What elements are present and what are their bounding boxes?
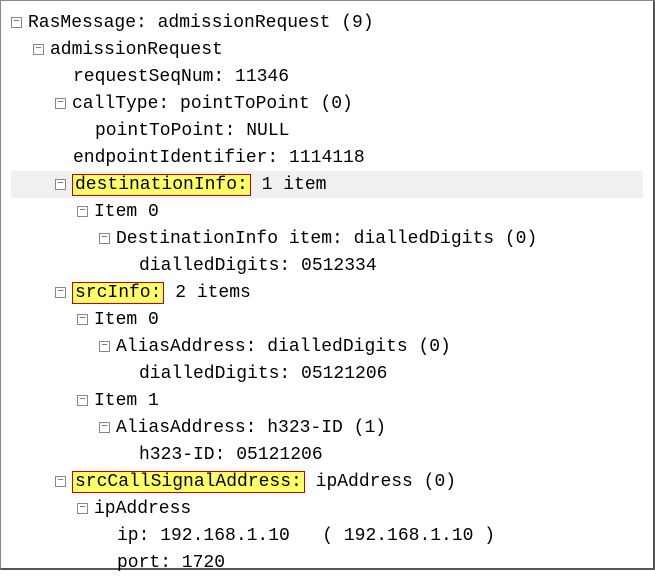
tree-row-srccallsignaladdress[interactable]: − srcCallSignalAddress: ipAddress (0) bbox=[11, 468, 643, 495]
tree-row-destinationinfo[interactable]: − destinationInfo: 1 item bbox=[11, 171, 643, 198]
node-label-rest: ipAddress (0) bbox=[305, 472, 456, 492]
node-label: AliasAddress: h323-ID (1) bbox=[116, 418, 386, 438]
node-label-rest: 1 item bbox=[251, 175, 327, 195]
collapse-icon[interactable]: − bbox=[77, 314, 88, 325]
collapse-icon[interactable]: − bbox=[11, 17, 22, 28]
collapse-icon[interactable]: − bbox=[55, 287, 66, 298]
node-label: dialledDigits: 05121206 bbox=[139, 364, 387, 384]
collapse-icon[interactable]: − bbox=[55, 98, 66, 109]
tree-row-calltype[interactable]: − callType: pointToPoint (0) bbox=[11, 90, 643, 117]
tree-row-src-item1-alias[interactable]: − AliasAddress: h323-ID (1) bbox=[11, 414, 643, 441]
collapse-icon[interactable]: − bbox=[55, 476, 66, 487]
collapse-icon[interactable]: − bbox=[99, 233, 110, 244]
tree-row-pointtopoint[interactable]: pointToPoint: NULL bbox=[11, 117, 643, 144]
tree-row-destinfoitem[interactable]: − DestinationInfo item: dialledDigits (0… bbox=[11, 225, 643, 252]
node-label: h323-ID: 05121206 bbox=[139, 445, 323, 465]
collapse-icon[interactable]: − bbox=[77, 395, 88, 406]
tree-row-src-item1-h323id[interactable]: h323-ID: 05121206 bbox=[11, 441, 643, 468]
node-label: DestinationInfo item: dialledDigits (0) bbox=[116, 229, 537, 249]
tree-row-src-item0-dialleddigits[interactable]: dialledDigits: 05121206 bbox=[11, 360, 643, 387]
tree-row-dest-item0[interactable]: − Item 0 bbox=[11, 198, 643, 225]
tree-row-ip[interactable]: ip: 192.168.1.10 ( 192.168.1.10 ) bbox=[11, 522, 643, 549]
tree-row-admissionrequest[interactable]: − admissionRequest bbox=[11, 36, 643, 63]
highlight-srcinfo: srcInfo: bbox=[72, 282, 164, 304]
tree-row-src-item0[interactable]: − Item 0 bbox=[11, 306, 643, 333]
tree-row-dest-dialleddigits[interactable]: dialledDigits: 0512334 bbox=[11, 252, 643, 279]
tree-row-port[interactable]: port: 1720 bbox=[11, 549, 643, 576]
collapse-icon[interactable]: − bbox=[99, 341, 110, 352]
collapse-icon[interactable]: − bbox=[55, 179, 66, 190]
highlight-srccallsignaladdress: srcCallSignalAddress: bbox=[72, 471, 305, 493]
collapse-icon[interactable]: − bbox=[77, 503, 88, 514]
tree-row-src-item0-alias[interactable]: − AliasAddress: dialledDigits (0) bbox=[11, 333, 643, 360]
node-label: pointToPoint: NULL bbox=[95, 121, 289, 141]
collapse-icon[interactable]: − bbox=[33, 44, 44, 55]
highlight-destinationinfo: destinationInfo: bbox=[72, 174, 251, 196]
node-label: Item 1 bbox=[94, 391, 159, 411]
node-label: ipAddress bbox=[94, 499, 191, 519]
node-label: RasMessage: admissionRequest (9) bbox=[28, 13, 374, 33]
node-label: endpointIdentifier: 1114118 bbox=[73, 148, 365, 168]
node-label: admissionRequest bbox=[50, 40, 223, 60]
tree-row-src-item1[interactable]: − Item 1 bbox=[11, 387, 643, 414]
tree-row-endpointidentifier[interactable]: endpointIdentifier: 1114118 bbox=[11, 144, 643, 171]
tree-row-srcinfo[interactable]: − srcInfo: 2 items bbox=[11, 279, 643, 306]
node-label: ip: 192.168.1.10 ( 192.168.1.10 ) bbox=[117, 526, 495, 546]
node-label: Item 0 bbox=[94, 202, 159, 222]
node-label: dialledDigits: 0512334 bbox=[139, 256, 377, 276]
tree-row-ipaddress[interactable]: − ipAddress bbox=[11, 495, 643, 522]
node-label: Item 0 bbox=[94, 310, 159, 330]
node-label: requestSeqNum: 11346 bbox=[73, 67, 289, 87]
tree-row-rasmessage[interactable]: − RasMessage: admissionRequest (9) bbox=[11, 9, 643, 36]
node-label: AliasAddress: dialledDigits (0) bbox=[116, 337, 451, 357]
tree-row-requestseqnum[interactable]: requestSeqNum: 11346 bbox=[11, 63, 643, 90]
node-label: callType: pointToPoint (0) bbox=[72, 94, 353, 114]
node-label-rest: 2 items bbox=[164, 283, 250, 303]
collapse-icon[interactable]: − bbox=[77, 206, 88, 217]
collapse-icon[interactable]: − bbox=[99, 422, 110, 433]
